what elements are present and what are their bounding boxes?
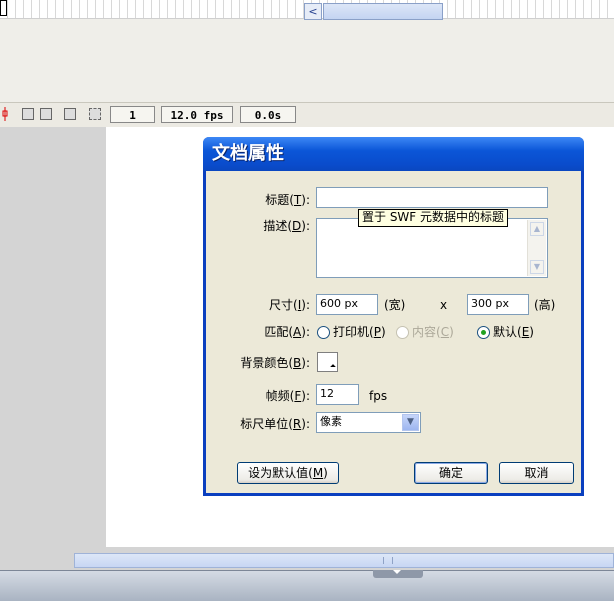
match-contents-radio (396, 326, 409, 339)
chevron-down-icon[interactable]: ▼ (402, 414, 419, 431)
timeline-toolbar: 1 12.0 fps 0.0s (0, 102, 614, 128)
fps-unit: fps (369, 389, 388, 403)
match-default-label[interactable]: 默认(E) (493, 324, 534, 340)
playhead-marker[interactable] (0, 0, 7, 16)
cancel-button[interactable]: 取消 (499, 462, 574, 484)
height-input[interactable]: 300 px (467, 294, 529, 315)
timeline-scroll-thumb[interactable] (323, 3, 443, 20)
onion-outline-icon[interactable] (64, 108, 76, 120)
description-textarea[interactable] (316, 218, 548, 278)
scroll-up-icon[interactable]: ▲ (530, 222, 544, 236)
frame-rate-display[interactable]: 12.0 fps (161, 106, 233, 123)
match-printer-radio[interactable] (317, 326, 330, 339)
frame-rate-input[interactable]: 12 (316, 384, 359, 405)
stage-horizontal-scrollbar[interactable] (74, 553, 614, 568)
background-color-label: 背景颜色(B): (240, 356, 310, 370)
onion-skin-icon[interactable] (40, 108, 52, 120)
scroll-down-icon[interactable]: ▼ (530, 260, 544, 274)
current-frame-display: 1 (110, 106, 155, 123)
pasteboard (0, 127, 106, 547)
ruler-units-value: 像素 (320, 415, 342, 428)
tooltip: 置于 SWF 元数据中的标题 (358, 209, 509, 227)
properties-panel-bar[interactable] (0, 570, 614, 601)
scroll-grip-icon (383, 557, 393, 564)
match-default-radio[interactable] (477, 326, 490, 339)
width-suffix: (宽) (384, 298, 406, 312)
dialog-title: 文档属性 (212, 143, 284, 164)
radio-selected-dot (481, 330, 486, 335)
timeline-scroll-left-button[interactable]: < (304, 3, 322, 20)
match-label: 匹配(A): (264, 325, 310, 339)
background-color-swatch[interactable] (317, 352, 338, 372)
title-label: 标题(T): (265, 193, 310, 207)
times-sign: x (440, 298, 448, 312)
dropdown-corner-icon (330, 364, 336, 370)
elapsed-time-display: 0.0s (240, 106, 296, 123)
edit-multiple-frames-icon[interactable] (89, 108, 101, 120)
ok-button[interactable]: 确定 (414, 462, 488, 484)
playhead-icon[interactable] (2, 107, 8, 121)
ruler-units-select[interactable]: 像素 ▼ (316, 412, 421, 433)
size-label: 尺寸(I): (269, 298, 310, 312)
match-contents-label: 内容(C) (412, 325, 454, 339)
height-suffix: (高) (534, 298, 556, 312)
title-input[interactable] (316, 187, 548, 208)
description-label: 描述(D): (263, 219, 310, 233)
description-scrollbar[interactable]: ▲ ▼ (527, 220, 546, 276)
frame-rate-label: 帧频(F): (265, 389, 310, 403)
collapse-arrow-icon (393, 570, 401, 574)
ruler-units-label: 标尺单位(R): (240, 417, 310, 431)
center-frame-icon[interactable] (22, 108, 34, 120)
match-printer-label[interactable]: 打印机(P) (333, 324, 386, 340)
width-input[interactable]: 600 px (316, 294, 378, 315)
set-default-button[interactable]: 设为默认值(M) (237, 462, 339, 484)
